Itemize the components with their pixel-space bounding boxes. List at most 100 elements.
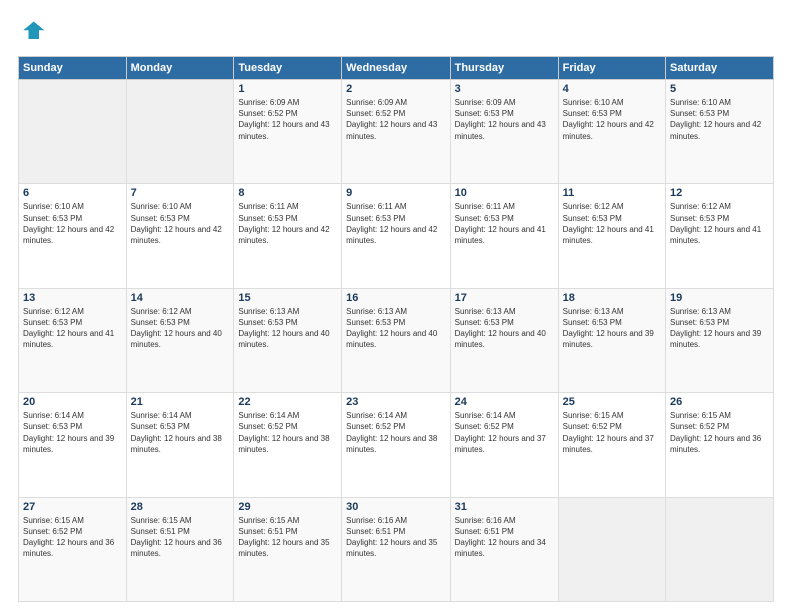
day-number: 28 [131,501,230,513]
day-number: 10 [455,187,554,199]
day-info: Sunrise: 6:14 AM Sunset: 6:52 PM Dayligh… [455,410,554,455]
calendar-cell: 8 Sunrise: 6:11 AM Sunset: 6:53 PM Daylig… [234,184,342,288]
calendar-cell: 11 Sunrise: 6:12 AM Sunset: 6:53 PM Dayli… [558,184,665,288]
header-row: SundayMondayTuesdayWednesdayThursdayFrid… [19,57,774,80]
week-row-1: 1 Sunrise: 6:09 AM Sunset: 6:52 PM Daylig… [19,80,774,184]
col-header-monday: Monday [126,57,234,80]
calendar-table: SundayMondayTuesdayWednesdayThursdayFrid… [18,56,774,602]
day-info: Sunrise: 6:14 AM Sunset: 6:52 PM Dayligh… [238,410,337,455]
col-header-saturday: Saturday [666,57,774,80]
day-info: Sunrise: 6:13 AM Sunset: 6:53 PM Dayligh… [670,306,769,351]
day-info: Sunrise: 6:15 AM Sunset: 6:52 PM Dayligh… [23,515,122,560]
week-row-4: 20 Sunrise: 6:14 AM Sunset: 6:53 PM Dayli… [19,393,774,497]
week-row-5: 27 Sunrise: 6:15 AM Sunset: 6:52 PM Dayli… [19,497,774,601]
day-info: Sunrise: 6:13 AM Sunset: 6:53 PM Dayligh… [455,306,554,351]
calendar-cell: 16 Sunrise: 6:13 AM Sunset: 6:53 PM Dayli… [342,288,450,392]
day-number: 1 [238,83,337,95]
col-header-wednesday: Wednesday [342,57,450,80]
day-info: Sunrise: 6:15 AM Sunset: 6:51 PM Dayligh… [238,515,337,560]
calendar-cell: 2 Sunrise: 6:09 AM Sunset: 6:52 PM Daylig… [342,80,450,184]
page: SundayMondayTuesdayWednesdayThursdayFrid… [0,0,792,612]
calendar-cell: 14 Sunrise: 6:12 AM Sunset: 6:53 PM Dayli… [126,288,234,392]
day-info: Sunrise: 6:09 AM Sunset: 6:52 PM Dayligh… [346,97,445,142]
day-info: Sunrise: 6:10 AM Sunset: 6:53 PM Dayligh… [670,97,769,142]
logo-icon [18,18,46,46]
day-info: Sunrise: 6:11 AM Sunset: 6:53 PM Dayligh… [455,201,554,246]
day-info: Sunrise: 6:09 AM Sunset: 6:52 PM Dayligh… [238,97,337,142]
calendar-cell [126,80,234,184]
day-info: Sunrise: 6:11 AM Sunset: 6:53 PM Dayligh… [238,201,337,246]
day-number: 16 [346,292,445,304]
day-number: 6 [23,187,122,199]
calendar-cell: 28 Sunrise: 6:15 AM Sunset: 6:51 PM Dayli… [126,497,234,601]
day-number: 23 [346,396,445,408]
day-info: Sunrise: 6:14 AM Sunset: 6:53 PM Dayligh… [131,410,230,455]
day-info: Sunrise: 6:15 AM Sunset: 6:52 PM Dayligh… [563,410,661,455]
day-info: Sunrise: 6:10 AM Sunset: 6:53 PM Dayligh… [131,201,230,246]
calendar-cell: 26 Sunrise: 6:15 AM Sunset: 6:52 PM Dayli… [666,393,774,497]
day-number: 25 [563,396,661,408]
col-header-tuesday: Tuesday [234,57,342,80]
calendar-cell: 5 Sunrise: 6:10 AM Sunset: 6:53 PM Daylig… [666,80,774,184]
day-info: Sunrise: 6:13 AM Sunset: 6:53 PM Dayligh… [346,306,445,351]
day-number: 7 [131,187,230,199]
day-number: 29 [238,501,337,513]
day-info: Sunrise: 6:10 AM Sunset: 6:53 PM Dayligh… [23,201,122,246]
day-number: 24 [455,396,554,408]
day-info: Sunrise: 6:12 AM Sunset: 6:53 PM Dayligh… [23,306,122,351]
col-header-thursday: Thursday [450,57,558,80]
day-number: 8 [238,187,337,199]
calendar-cell: 13 Sunrise: 6:12 AM Sunset: 6:53 PM Dayli… [19,288,127,392]
day-number: 27 [23,501,122,513]
calendar-cell: 3Sunrise: 6:09 AM Sunset: 6:53 PM Daylig… [450,80,558,184]
day-info: Sunrise: 6:13 AM Sunset: 6:53 PM Dayligh… [563,306,661,351]
day-number: 17 [455,292,554,304]
day-number: 2 [346,83,445,95]
calendar-cell: 12 Sunrise: 6:12 AM Sunset: 6:53 PM Dayli… [666,184,774,288]
day-info: Sunrise: 6:16 AM Sunset: 6:51 PM Dayligh… [346,515,445,560]
day-number: 12 [670,187,769,199]
calendar-cell: 7 Sunrise: 6:10 AM Sunset: 6:53 PM Daylig… [126,184,234,288]
day-info: Sunrise: 6:14 AM Sunset: 6:52 PM Dayligh… [346,410,445,455]
day-info: Sunrise: 6:09 AM Sunset: 6:53 PM Dayligh… [455,97,554,142]
week-row-2: 6 Sunrise: 6:10 AM Sunset: 6:53 PM Daylig… [19,184,774,288]
day-number: 30 [346,501,445,513]
day-number: 15 [238,292,337,304]
calendar-cell: 17 Sunrise: 6:13 AM Sunset: 6:53 PM Dayli… [450,288,558,392]
day-number: 11 [563,187,661,199]
day-info: Sunrise: 6:12 AM Sunset: 6:53 PM Dayligh… [563,201,661,246]
day-number: 26 [670,396,769,408]
week-row-3: 13 Sunrise: 6:12 AM Sunset: 6:53 PM Dayli… [19,288,774,392]
calendar-cell: 21 Sunrise: 6:14 AM Sunset: 6:53 PM Dayli… [126,393,234,497]
calendar-cell: 9 Sunrise: 6:11 AM Sunset: 6:53 PM Daylig… [342,184,450,288]
calendar-cell: 6 Sunrise: 6:10 AM Sunset: 6:53 PM Daylig… [19,184,127,288]
calendar-cell: 31Sunrise: 6:16 AM Sunset: 6:51 PM Dayli… [450,497,558,601]
day-number: 20 [23,396,122,408]
day-info: Sunrise: 6:11 AM Sunset: 6:53 PM Dayligh… [346,201,445,246]
calendar-cell: 10 Sunrise: 6:11 AM Sunset: 6:53 PM Dayli… [450,184,558,288]
day-number: 22 [238,396,337,408]
day-number: 13 [23,292,122,304]
calendar-cell: 30 Sunrise: 6:16 AM Sunset: 6:51 PM Dayli… [342,497,450,601]
col-header-sunday: Sunday [19,57,127,80]
day-number: 9 [346,187,445,199]
day-info: Sunrise: 6:14 AM Sunset: 6:53 PM Dayligh… [23,410,122,455]
calendar-cell: 22 Sunrise: 6:14 AM Sunset: 6:52 PM Dayli… [234,393,342,497]
day-info: Sunrise: 6:15 AM Sunset: 6:52 PM Dayligh… [670,410,769,455]
calendar-cell [558,497,665,601]
day-number: 5 [670,83,769,95]
calendar-cell: 18 Sunrise: 6:13 AM Sunset: 6:53 PM Dayli… [558,288,665,392]
calendar-cell: 29 Sunrise: 6:15 AM Sunset: 6:51 PM Dayli… [234,497,342,601]
day-info: Sunrise: 6:12 AM Sunset: 6:53 PM Dayligh… [670,201,769,246]
day-info: Sunrise: 6:15 AM Sunset: 6:51 PM Dayligh… [131,515,230,560]
logo [18,18,50,46]
calendar-cell [19,80,127,184]
day-number: 18 [563,292,661,304]
calendar-cell: 15Sunrise: 6:13 AM Sunset: 6:53 PM Dayli… [234,288,342,392]
day-info: Sunrise: 6:10 AM Sunset: 6:53 PM Dayligh… [563,97,661,142]
day-info: Sunrise: 6:12 AM Sunset: 6:53 PM Dayligh… [131,306,230,351]
day-number: 21 [131,396,230,408]
calendar-cell: 27 Sunrise: 6:15 AM Sunset: 6:52 PM Dayli… [19,497,127,601]
day-number: 14 [131,292,230,304]
calendar-cell: 24 Sunrise: 6:14 AM Sunset: 6:52 PM Dayli… [450,393,558,497]
